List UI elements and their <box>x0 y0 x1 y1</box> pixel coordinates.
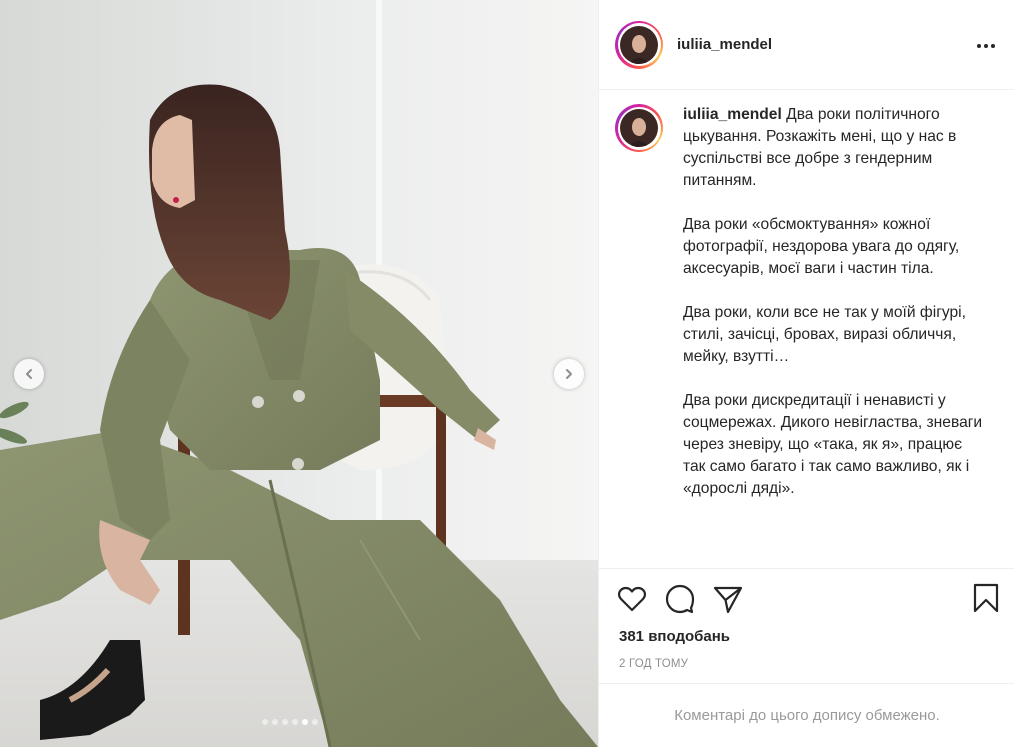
carousel-dot <box>262 719 268 725</box>
paper-plane-icon <box>713 586 743 613</box>
chevron-left-icon <box>26 369 32 379</box>
carousel-dot <box>312 719 318 725</box>
heart-icon <box>617 586 647 612</box>
like-button[interactable] <box>617 585 647 613</box>
more-options-button[interactable] <box>976 36 996 54</box>
caption-paragraph: Два роки «обсмоктування» кожної фотограф… <box>683 216 964 277</box>
likes-count[interactable]: 381 вподобань <box>619 628 730 645</box>
carousel-dot <box>302 719 308 725</box>
carousel-dot <box>282 719 288 725</box>
chevron-right-icon <box>566 369 572 379</box>
share-button[interactable] <box>713 585 743 613</box>
comment-button[interactable] <box>665 584 695 614</box>
next-slide-button[interactable] <box>554 359 584 389</box>
post-header: iuliia_mendel <box>599 0 1014 90</box>
avatar-image <box>620 109 658 147</box>
caption-text: iuliia_mendel Два роки політичного цькув… <box>683 104 983 568</box>
more-options-icon <box>977 44 995 48</box>
carousel-dot <box>292 719 298 725</box>
instagram-post: iuliia_mendel iuliia_mendel Два роки пол… <box>0 0 1014 747</box>
save-button[interactable] <box>973 583 999 613</box>
caption-avatar[interactable] <box>615 104 663 152</box>
caption-paragraph: Два роки дискредитації і ненависті у соц… <box>683 392 987 497</box>
caption-username[interactable]: iuliia_mendel <box>683 106 782 123</box>
post-timestamp[interactable]: 2 ГОД ТОМУ <box>619 658 688 670</box>
profile-avatar[interactable] <box>615 20 663 69</box>
post-photo <box>0 0 598 747</box>
previous-slide-button[interactable] <box>14 359 44 389</box>
avatar-image <box>620 25 658 64</box>
post-media <box>0 0 598 747</box>
post-actions: 381 вподобань 2 ГОД ТОМУ <box>599 568 1014 683</box>
header-username[interactable]: iuliia_mendel <box>677 36 772 53</box>
post-caption: iuliia_mendel Два роки політичного цькув… <box>599 90 1014 568</box>
comment-icon <box>665 584 695 614</box>
carousel-indicators <box>262 719 318 725</box>
carousel-dot <box>272 719 278 725</box>
comments-restricted-notice: Коментарі до цього допису обмежено. <box>599 683 1014 747</box>
bookmark-icon <box>973 583 999 613</box>
caption-paragraph: Два роки, коли все не так у моїй фігурі,… <box>683 304 971 365</box>
post-side-panel: iuliia_mendel iuliia_mendel Два роки пол… <box>598 0 1014 747</box>
